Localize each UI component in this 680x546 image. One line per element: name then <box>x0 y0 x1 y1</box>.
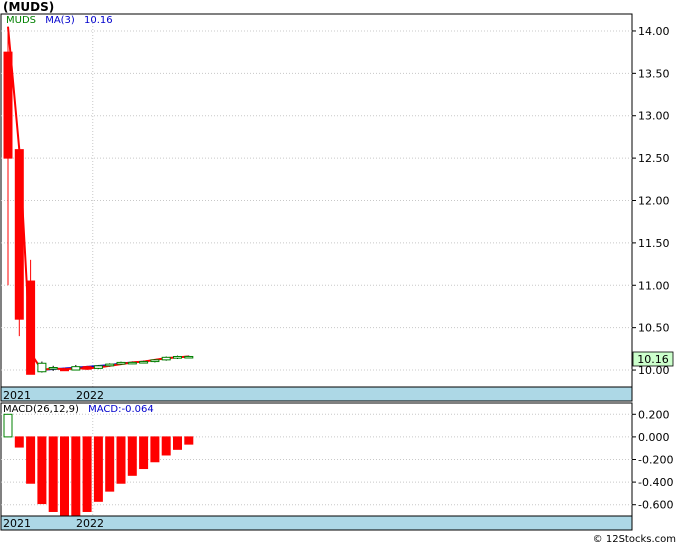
macd-bar <box>71 436 81 518</box>
price-tick-label: 12.50 <box>638 152 670 165</box>
x-label-2022: 2022 <box>76 389 104 402</box>
macd-bar <box>127 436 137 476</box>
macd-bar <box>161 436 171 456</box>
price-tick-label: 11.50 <box>638 237 670 250</box>
macd-bar <box>116 436 126 484</box>
last-price-label: 10.16 <box>637 353 669 366</box>
macd-tick-label: 0.200 <box>638 408 670 421</box>
macd-tick-label: 0.000 <box>638 431 670 444</box>
candle-body <box>127 361 137 365</box>
price-tick-label: 12.00 <box>638 195 670 208</box>
macd-y-axis: 0.200 0.000 -0.200 -0.400 -0.600 <box>632 408 673 512</box>
price-legend: MUDS MA(3) 10.16 <box>6 15 113 26</box>
price-panel: 10.0010.5011.0011.5012.0012.5013.0013.50… <box>0 13 674 402</box>
price-tick-label: 10.50 <box>638 322 670 335</box>
macd-bar <box>150 436 160 463</box>
macd-bar <box>14 436 24 448</box>
macd-tick-label: -0.600 <box>638 499 673 512</box>
candle-body <box>3 51 13 159</box>
candle-body <box>37 362 47 373</box>
macd-bar <box>26 436 36 484</box>
macd-bar <box>82 436 92 512</box>
candle-body <box>116 361 126 365</box>
candle-body <box>60 368 69 372</box>
legend-ma-label: MA(3) <box>45 15 75 26</box>
macd-legend-value: MACD:-0.064 <box>88 404 154 415</box>
candle-body <box>48 367 58 370</box>
legend-ma-value: 10.16 <box>84 15 113 26</box>
price-y-axis: 10.0010.5011.0011.5012.0012.5013.0013.50… <box>632 25 670 377</box>
candle-body <box>71 366 81 371</box>
price-tick-label: 13.00 <box>638 110 670 123</box>
price-tick-label: 13.50 <box>638 67 670 80</box>
candle-body <box>184 355 194 359</box>
candle-body <box>139 361 149 364</box>
macd-tick-label: -0.400 <box>638 476 673 489</box>
price-tick-label: 11.00 <box>638 279 670 292</box>
macd-x-label-2021: 2021 <box>3 517 31 530</box>
stock-chart: 10.0010.5011.0011.5012.0012.5013.0013.50… <box>0 13 674 531</box>
x-label-2021: 2021 <box>3 389 31 402</box>
macd-bar <box>184 436 194 445</box>
candle-body <box>173 355 182 359</box>
macd-bar <box>93 436 103 502</box>
candle-body <box>150 359 160 363</box>
macd-bar <box>139 436 149 470</box>
macd-tick-label: -0.200 <box>638 454 673 467</box>
candle-body <box>82 366 92 370</box>
macd-bar <box>48 436 58 512</box>
legend-ticker: MUDS <box>6 15 36 26</box>
chart-title: (MUDS) <box>3 0 55 14</box>
macd-bar <box>37 436 47 505</box>
candle-body <box>26 280 36 375</box>
macd-legend: MACD(26,12,9) MACD:-0.064 <box>3 404 154 415</box>
candle-body <box>93 365 103 369</box>
candle-body <box>14 149 24 320</box>
macd-legend-name: MACD(26,12,9) <box>3 404 79 415</box>
footer-credit: © 12Stocks.com <box>592 534 676 545</box>
candle-body <box>105 363 115 367</box>
price-tick-label: 14.00 <box>638 25 670 38</box>
macd-bar <box>60 436 69 518</box>
macd-panel: 0.200 0.000 -0.200 -0.400 -0.600 2021 2022 <box>0 402 673 531</box>
macd-x-label-2022: 2022 <box>76 517 104 530</box>
macd-bar <box>173 436 182 450</box>
candle-body <box>161 356 171 361</box>
macd-bar <box>3 413 13 438</box>
macd-bar <box>105 436 115 492</box>
